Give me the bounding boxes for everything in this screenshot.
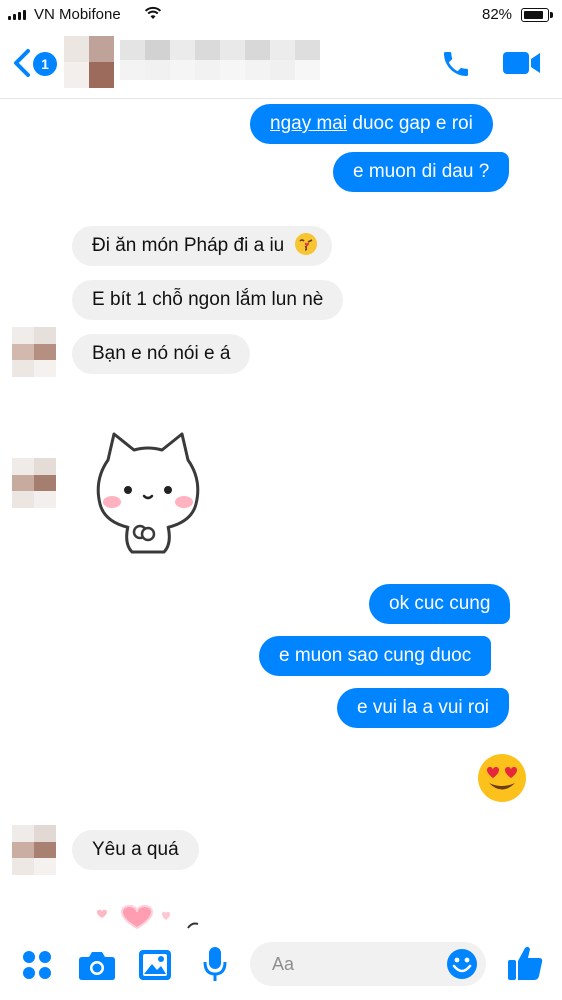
- status-bar: VN Mobifone 82%: [0, 0, 562, 30]
- signal-icon: [8, 10, 26, 20]
- sender-avatar: [12, 825, 56, 875]
- message-input[interactable]: Aa: [250, 942, 486, 986]
- heart-eyes-emoji-icon[interactable]: [476, 752, 528, 804]
- message-sent[interactable]: ok cuc cung: [369, 584, 511, 624]
- unread-badge[interactable]: 1: [33, 52, 57, 76]
- message-composer: Aa: [0, 930, 562, 1000]
- message-sent[interactable]: e muon di dau ?: [333, 152, 510, 192]
- message-text: Đi ăn món Pháp đi a iu: [92, 235, 285, 256]
- video-camera-icon[interactable]: [502, 50, 542, 76]
- message-sent[interactable]: e muon sao cung duoc: [259, 636, 492, 676]
- grid-dots-icon[interactable]: [22, 950, 52, 980]
- phone-icon[interactable]: [440, 48, 472, 80]
- message-received[interactable]: Bạn e nó nói e á: [72, 334, 251, 374]
- cat-sticker[interactable]: [88, 420, 208, 560]
- message-link-text[interactable]: ngay mai: [270, 113, 347, 134]
- sender-avatar: [12, 327, 56, 377]
- message-received[interactable]: E bít 1 chỗ ngon lắm lun nè: [72, 280, 344, 320]
- battery-percent: 82%: [482, 6, 513, 23]
- back-chevron-icon[interactable]: [10, 48, 32, 78]
- contact-avatar[interactable]: [64, 36, 114, 88]
- message-received[interactable]: Yêu a quá: [72, 830, 199, 870]
- microphone-icon[interactable]: [202, 946, 228, 984]
- contact-name-redacted[interactable]: [120, 40, 320, 80]
- thumbs-up-icon[interactable]: [506, 944, 544, 982]
- message-sent[interactable]: e vui la a vui roi: [337, 688, 510, 728]
- camera-icon[interactable]: [78, 949, 116, 981]
- message-sent[interactable]: ngay mai duoc gap e roi: [250, 104, 493, 144]
- image-icon[interactable]: [138, 949, 172, 981]
- smile-icon[interactable]: [446, 948, 478, 980]
- carrier-name: VN Mobifone: [34, 6, 121, 23]
- wifi-icon: [144, 6, 162, 19]
- sender-avatar: [12, 458, 56, 508]
- message-input-placeholder: Aa: [272, 954, 295, 974]
- conversation-header: 1: [0, 30, 562, 99]
- battery-icon: [521, 8, 553, 22]
- message-received[interactable]: Đi ăn món Pháp đi a iu: [72, 226, 332, 266]
- hearts-sticker-partial[interactable]: [92, 900, 222, 930]
- kiss-emoji-icon: [294, 233, 317, 255]
- message-text: duoc gap e roi: [347, 113, 473, 134]
